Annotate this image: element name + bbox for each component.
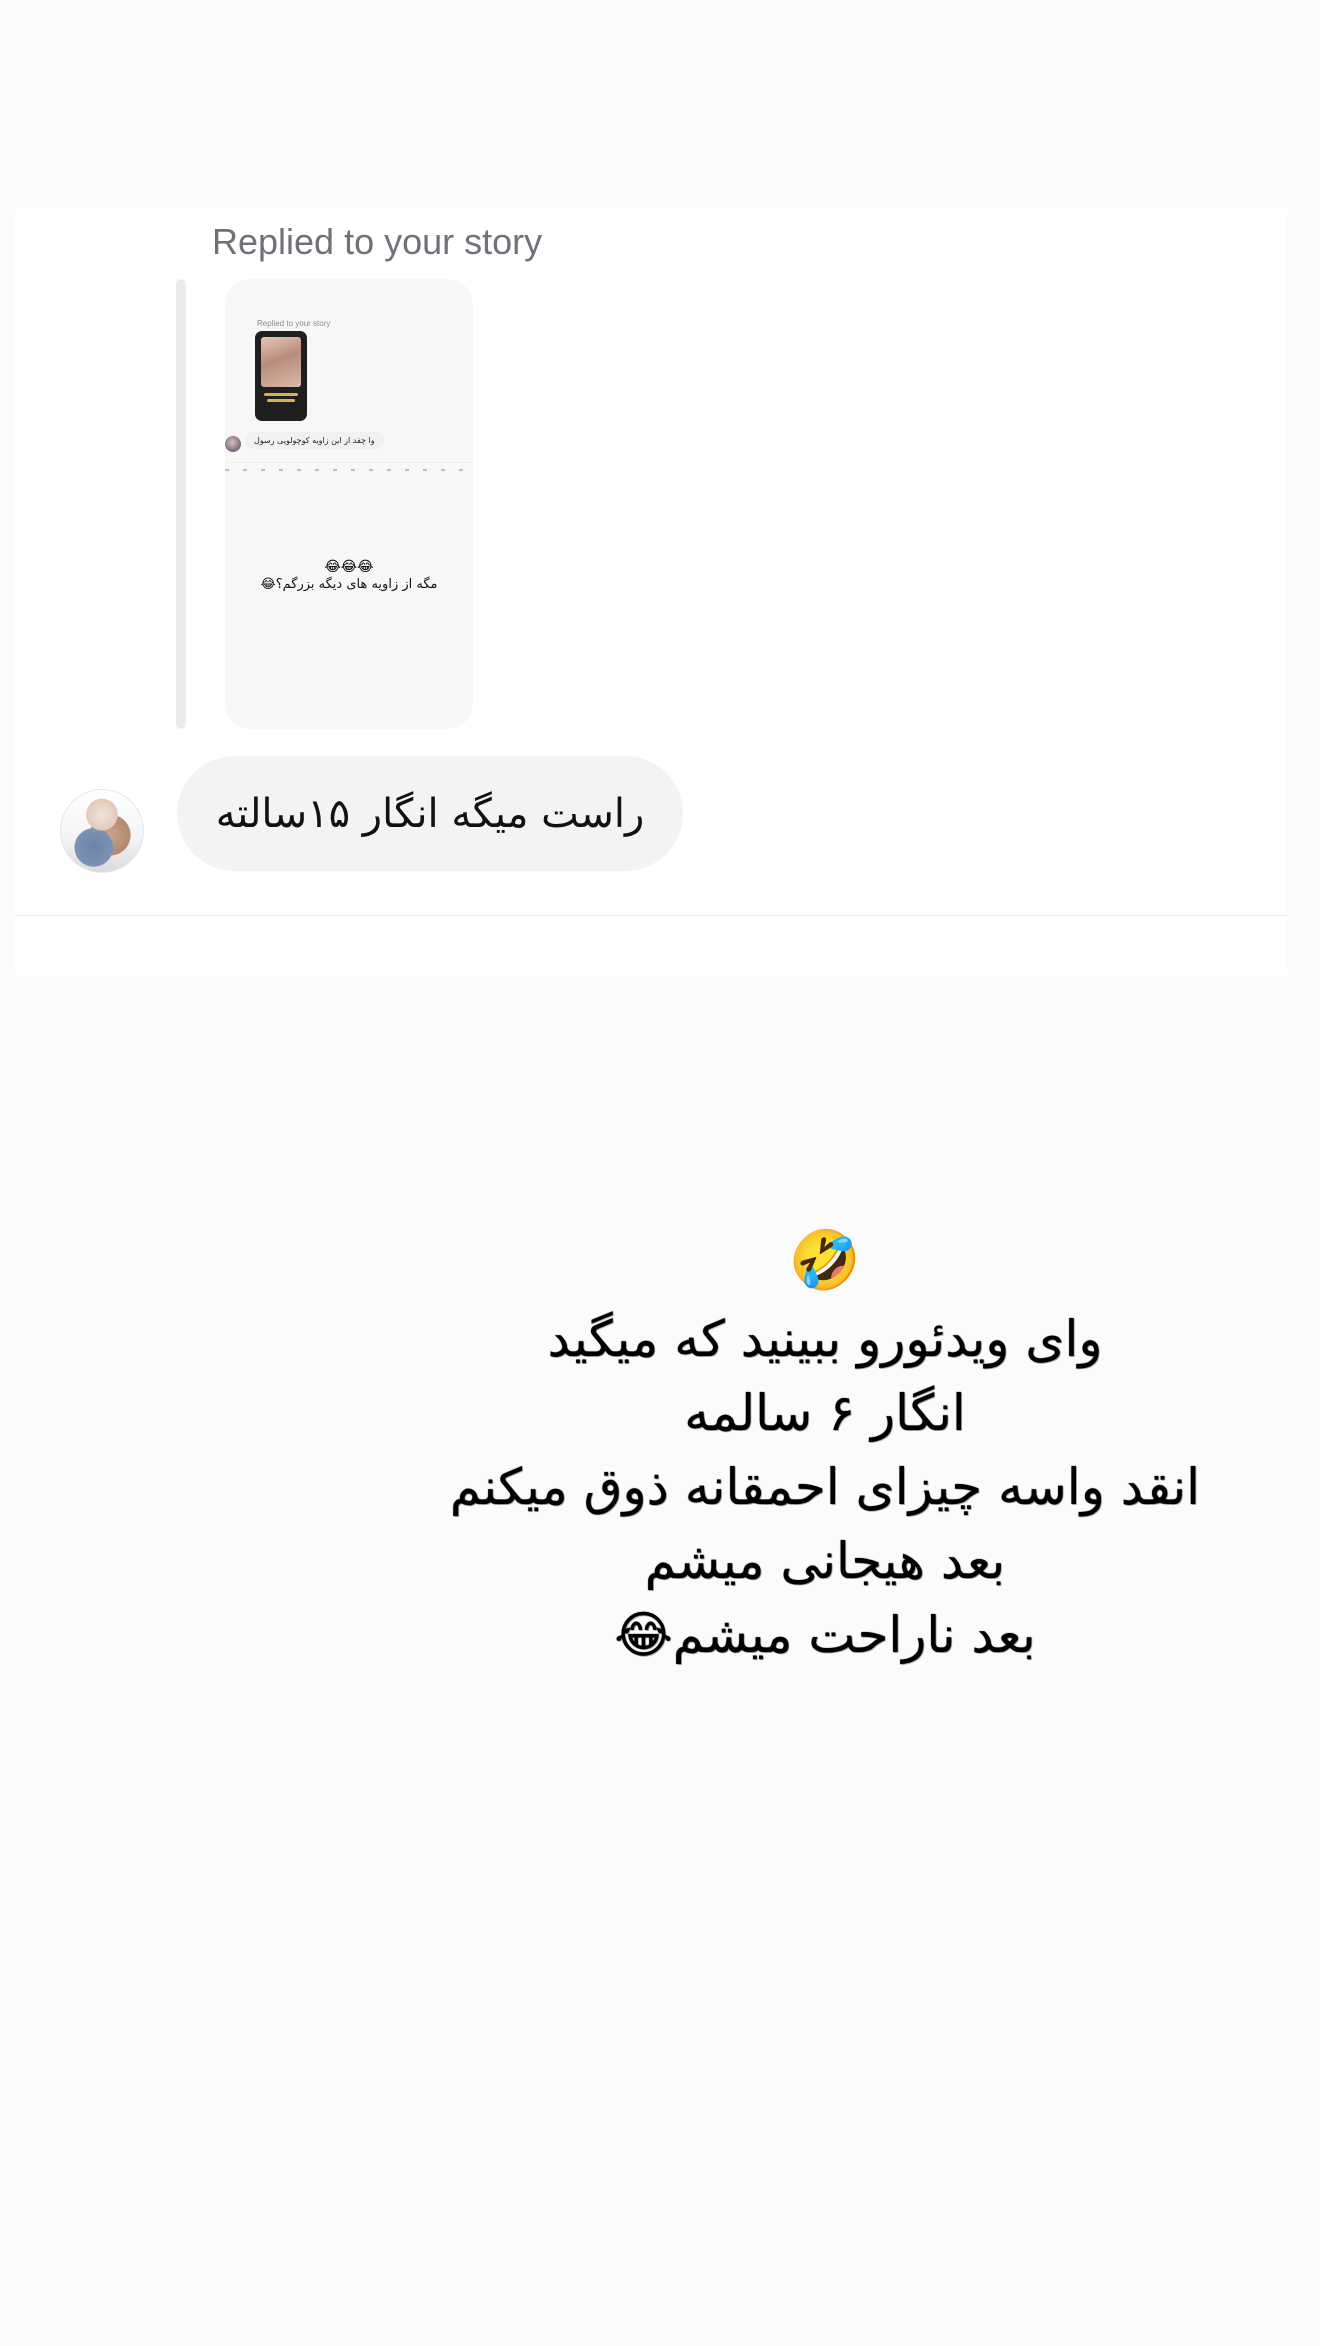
divider bbox=[15, 915, 1287, 916]
cut-off-text bbox=[105, 961, 1215, 975]
caption-line-4: بعد هیجانی میشم bbox=[644, 1532, 1006, 1590]
story-caption: 🤣 وای ویدئورو ببینید که میگید انگار ۶ سا… bbox=[410, 1218, 1240, 1672]
mini-replied-label: Replied to your story bbox=[257, 319, 331, 328]
mini-avatar bbox=[225, 436, 241, 452]
mini-reply-bubble: وا چقد از این زاویه کوچولویی رسول bbox=[245, 432, 384, 449]
caption-line-1: وای ویدئورو ببینید که میگید bbox=[547, 1310, 1103, 1368]
message-bubble[interactable]: راست میگه انگار ۱۵سالته bbox=[177, 756, 683, 871]
replied-to-story-label: Replied to your story bbox=[212, 221, 543, 262]
caption-line-3: انقد واسه چیزای احمقانه ذوق میکنم bbox=[449, 1458, 1201, 1516]
mini-cut-text bbox=[225, 469, 473, 471]
mini-text-line bbox=[267, 399, 295, 402]
mini-photo bbox=[261, 337, 301, 387]
message-text: راست میگه انگار ۱۵سالته bbox=[215, 790, 645, 837]
caption-line-2: انگار ۶ سالمه bbox=[684, 1384, 966, 1442]
sender-avatar[interactable] bbox=[60, 789, 144, 873]
story-thumbnail[interactable]: Replied to your story وا چقد از این زاوی… bbox=[225, 279, 473, 729]
mini-text-line bbox=[264, 393, 298, 396]
mini-caption: مگه از زاویه های دیگه بزرگم؟😂 bbox=[260, 577, 438, 592]
message-card: Replied to your story Replied to your st… bbox=[15, 209, 1287, 975]
mini-divider bbox=[225, 462, 473, 463]
quote-bar bbox=[176, 279, 186, 729]
mini-emoji-row: 😂😂😂 bbox=[324, 559, 374, 575]
mini-phone-screenshot bbox=[255, 331, 307, 421]
caption-line-5: بعد ناراحت میشم😂 bbox=[614, 1606, 1036, 1664]
laughing-emoji-icon: 🤣 bbox=[788, 1226, 862, 1294]
